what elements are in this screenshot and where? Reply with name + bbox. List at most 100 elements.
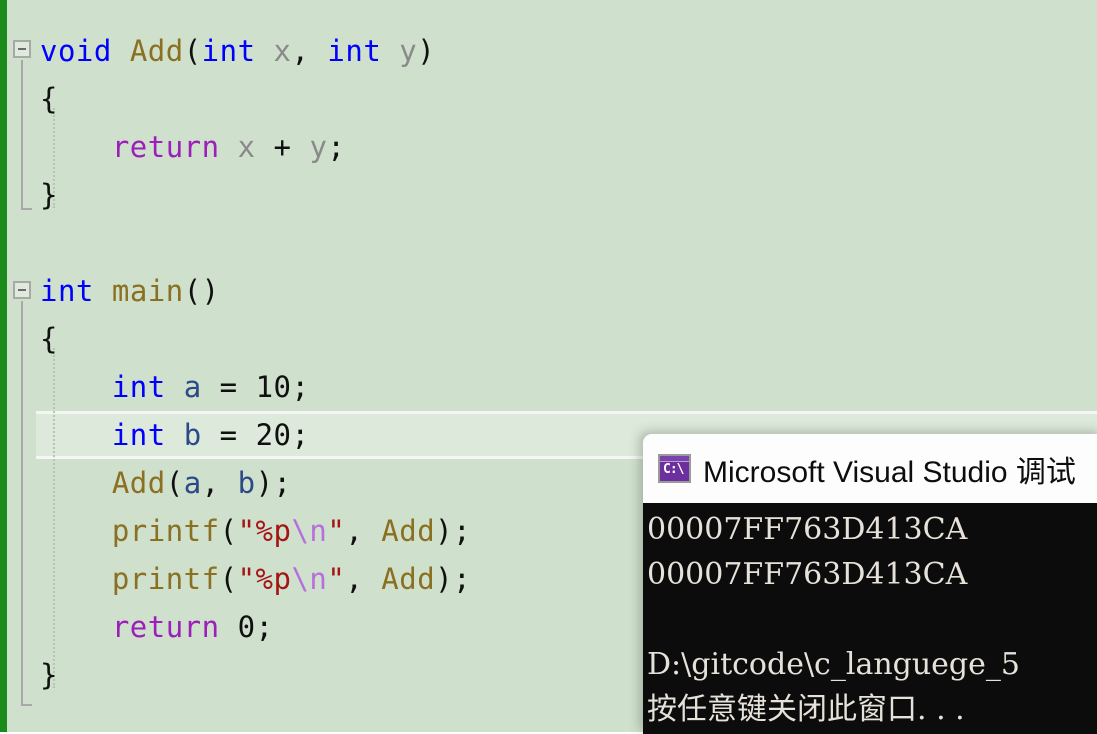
code-line[interactable]: int a = 10; — [40, 363, 309, 411]
code-token: , — [291, 34, 328, 68]
code-token: printf — [111, 514, 220, 548]
code-token: int — [40, 274, 94, 308]
code-token: a — [183, 370, 202, 404]
fold-bracket-foot-add — [21, 208, 32, 210]
fold-toggle-main-function[interactable] — [13, 281, 31, 299]
code-token: ( — [219, 514, 238, 548]
code-token: x — [237, 130, 256, 164]
code-token: return — [111, 610, 220, 644]
code-line[interactable]: return x + y; — [40, 123, 345, 171]
code-token: " — [327, 514, 346, 548]
console-title-bar[interactable]: C:\ Microsoft Visual Studio 调试 — [643, 434, 1097, 503]
code-token: "%p — [237, 514, 292, 548]
code-token: { — [40, 322, 58, 356]
code-token: ; — [255, 610, 274, 644]
code-line[interactable]: { — [40, 315, 58, 363]
code-token: ( — [219, 562, 238, 596]
code-token: () — [183, 274, 220, 308]
code-line[interactable]: printf("%p\n", Add); — [40, 507, 471, 555]
fold-toggle-add-function[interactable] — [13, 40, 31, 58]
debug-console-window[interactable]: C:\ Microsoft Visual Studio 调试 00007FF76… — [643, 434, 1097, 734]
fold-bracket-foot-main — [21, 704, 32, 706]
code-token: } — [40, 658, 58, 692]
code-token: { — [40, 82, 58, 116]
code-token: ); — [435, 562, 472, 596]
code-token: a — [183, 466, 202, 500]
code-line[interactable]: } — [40, 651, 58, 699]
console-window-title: Microsoft Visual Studio 调试 — [703, 455, 1076, 489]
code-token: int — [111, 370, 166, 404]
console-output-line: 00007FF763D413CA — [647, 512, 968, 547]
code-token: , — [201, 466, 238, 500]
code-token: main — [111, 274, 184, 308]
code-token: return — [111, 130, 220, 164]
code-token: , — [345, 562, 382, 596]
code-line[interactable]: Add(a, b); — [40, 459, 291, 507]
code-token: ; — [291, 370, 310, 404]
code-token: ( — [165, 466, 184, 500]
code-line[interactable]: int main() — [40, 267, 220, 315]
code-token: int — [201, 34, 256, 68]
code-token: + — [255, 130, 310, 164]
code-token: \n — [291, 562, 328, 596]
code-token: 20 — [255, 418, 292, 452]
code-token: " — [327, 562, 346, 596]
code-token: "%p — [237, 562, 292, 596]
fold-bracket-line-add — [21, 60, 23, 210]
code-token: ); — [255, 466, 292, 500]
code-token: y — [399, 34, 418, 68]
code-line[interactable]: } — [40, 171, 58, 219]
code-token: , — [345, 514, 382, 548]
console-lines-container: 00007FF763D413CA 00007FF763D413CA D:\gitc… — [647, 507, 1097, 732]
code-token: ; — [291, 418, 310, 452]
code-token: b — [237, 466, 256, 500]
code-line[interactable]: int b = 20; — [40, 411, 309, 459]
code-token: ; — [327, 130, 346, 164]
console-output-line: 00007FF763D413CA — [647, 557, 968, 592]
code-token: 10 — [255, 370, 292, 404]
code-token: 0 — [237, 610, 256, 644]
code-token: } — [40, 178, 58, 212]
code-token: x — [273, 34, 292, 68]
code-line[interactable]: { — [40, 75, 58, 123]
fold-bracket-line-main — [21, 301, 23, 706]
code-token: int — [111, 418, 166, 452]
code-token: printf — [111, 562, 220, 596]
code-token: Add — [129, 34, 184, 68]
code-token: Add — [381, 514, 436, 548]
code-token: Add — [111, 466, 166, 500]
code-token: ); — [435, 514, 472, 548]
console-output-line: 按任意键关闭此窗口. . . — [647, 692, 965, 727]
code-token: Add — [381, 562, 436, 596]
code-token: = — [201, 418, 256, 452]
code-line[interactable]: return 0; — [40, 603, 274, 651]
console-output-area[interactable]: 00007FF763D413CA 00007FF763D413CA D:\gitc… — [643, 503, 1097, 734]
code-token: = — [201, 370, 256, 404]
console-output-line: D:\gitcode\c_languege_5 — [647, 647, 1020, 682]
code-token: int — [327, 34, 382, 68]
code-token: ) — [417, 34, 436, 68]
code-token: b — [183, 418, 202, 452]
code-token: y — [309, 130, 328, 164]
code-line[interactable]: void Add(int x, int y) — [40, 27, 435, 75]
icon-prompt-text: C:\ — [663, 462, 684, 477]
code-token: \n — [291, 514, 328, 548]
code-token: void — [40, 34, 112, 68]
code-line[interactable]: printf("%p\n", Add); — [40, 555, 471, 603]
